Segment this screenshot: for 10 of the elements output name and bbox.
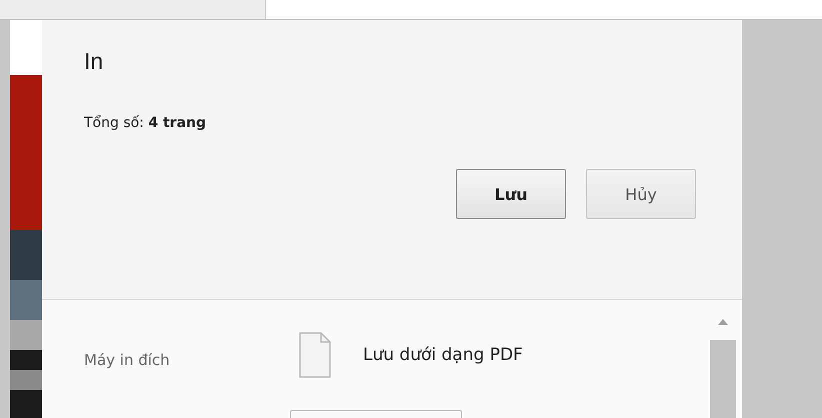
- scroll-up-icon[interactable]: [717, 318, 729, 326]
- destination-label: Máy in đích: [84, 351, 171, 369]
- document-icon: [299, 332, 331, 378]
- scroll-thumb[interactable]: [710, 340, 736, 418]
- save-button[interactable]: Lưu: [456, 169, 566, 219]
- page-count: Tổng số: 4 trang: [84, 115, 208, 131]
- address-field[interactable]: [265, 0, 822, 19]
- dialog-title: In: [84, 48, 104, 75]
- printer-name: Lưu dưới dạng PDF: [363, 345, 523, 365]
- cancel-button[interactable]: Hủy: [586, 169, 696, 219]
